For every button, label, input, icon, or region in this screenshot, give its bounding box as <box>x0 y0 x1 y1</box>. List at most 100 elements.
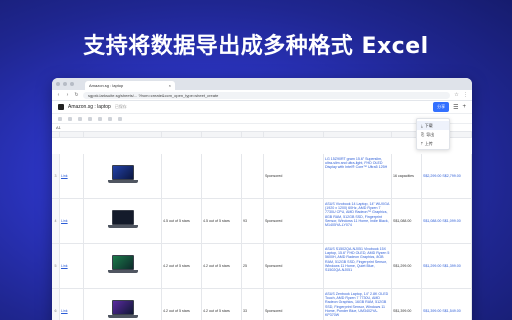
column-header[interactable] <box>162 132 202 137</box>
cell-reference: A1 <box>56 125 61 130</box>
column-header[interactable] <box>324 132 392 137</box>
rating-cell[interactable] <box>202 154 242 198</box>
browser-tab-title: Amazon.sg : laptop <box>89 83 124 88</box>
rating-cell[interactable]: 4.5 out of 5 stars <box>162 199 202 243</box>
title-cell[interactable]: ASUS Vivobook 14 Laptop, 14" WUXGA (1920… <box>324 199 392 243</box>
column-header[interactable] <box>202 132 242 137</box>
font-icon[interactable] <box>88 116 92 121</box>
link-cell[interactable]: Link <box>60 289 84 320</box>
sheet-toolbar <box>52 114 472 124</box>
menu-item-download[interactable]: ⤓ 下载 <box>417 121 449 130</box>
table-row: 4 Link 4.5 out of 5 stars 4.5 out of 5 s… <box>52 199 472 244</box>
menu-item-upload[interactable]: ⤒ 上传 <box>417 139 449 148</box>
doc-title[interactable]: Amazon.sg : laptop <box>68 104 111 110</box>
menu-item-export[interactable]: ⎘ 导出 <box>417 130 449 139</box>
column-header[interactable] <box>264 132 324 137</box>
price-cell[interactable]: S$1,088.00 <box>392 199 422 243</box>
menu-item-label: 下载 <box>424 122 433 128</box>
price-cell[interactable]: S$1,399.00 <box>392 289 422 320</box>
menu-icon[interactable]: ⋮ <box>463 92 468 98</box>
window-minimize-dot[interactable] <box>63 82 67 86</box>
window-close-dot[interactable] <box>56 82 60 86</box>
table-row: 6 Link 4.2 out of 5 stars 4.2 out of 5 s… <box>52 289 472 320</box>
table-row: 5 Link 4.2 out of 5 stars 4.2 out of 5 s… <box>52 244 472 289</box>
prices-cell[interactable]: S$2,299.00 S$2,799.00 <box>422 154 472 198</box>
app-header: Amazon.sg : laptop 已保存 分享 ☰ + <box>52 101 472 114</box>
review-count-cell[interactable]: 33 <box>242 289 264 320</box>
column-header[interactable] <box>60 132 84 137</box>
rating-cell[interactable]: 4.5 out of 5 stars <box>202 199 242 243</box>
download-icon: ⤓ <box>421 123 423 128</box>
browser-tabbar: Amazon.sg : laptop × <box>52 78 472 90</box>
sponsored-cell[interactable]: Sponsored <box>264 199 324 243</box>
share-button[interactable]: 分享 <box>433 102 450 112</box>
rating-cell[interactable]: 4.2 out of 5 stars <box>202 244 242 288</box>
column-header[interactable] <box>84 132 162 137</box>
browser-tab[interactable]: Amazon.sg : laptop × <box>85 81 175 90</box>
upload-icon: ⤒ <box>421 141 423 146</box>
column-header[interactable] <box>242 132 264 137</box>
rating-cell[interactable]: 4.2 out of 5 stars <box>162 289 202 320</box>
tab-close-icon[interactable]: × <box>169 83 171 88</box>
reload-icon[interactable]: ↻ <box>74 92 79 98</box>
save-status: 已保存 <box>114 104 127 109</box>
laptop-image <box>107 165 138 187</box>
filter-icon[interactable] <box>118 116 122 121</box>
sponsored-cell[interactable]: Sponsored <box>264 289 324 320</box>
title-cell[interactable]: ASUS Zenbook Laptop, 14" 2.8K OLED Touch… <box>324 289 392 320</box>
row-number[interactable]: 4 <box>52 199 60 243</box>
back-icon[interactable]: ‹ <box>56 92 61 98</box>
export-dropdown-menu: ⤓ 下载 ⎘ 导出 ⤒ 上传 <box>416 118 450 150</box>
row-number[interactable]: 5 <box>52 244 60 288</box>
prices-cell[interactable]: S$1,088.00 S$1,099.00 <box>422 199 472 243</box>
menu-item-label: 导出 <box>426 131 435 137</box>
prices-cell[interactable]: S$1,299.00 S$1,399.00 <box>422 244 472 288</box>
image-cell[interactable] <box>84 154 162 198</box>
sponsored-cell[interactable]: Sponsored <box>264 154 324 198</box>
link-cell[interactable]: Link <box>60 199 84 243</box>
laptop-image <box>107 210 138 232</box>
review-count-cell[interactable]: 93 <box>242 199 264 243</box>
link-cell[interactable]: Link <box>60 244 84 288</box>
review-count-cell[interactable] <box>242 154 264 198</box>
title-cell[interactable]: ASUS S1502QA-NJ051 Vivobook 15X Laptop, … <box>324 244 392 288</box>
window-maximize-dot[interactable] <box>70 82 74 86</box>
format-painter-icon[interactable] <box>78 116 82 121</box>
rating-cell[interactable] <box>162 154 202 198</box>
app-logo <box>58 104 64 110</box>
address-bar-row: ‹ › ↻ sgpxk.larksuite.sg/sheets/... ?fro… <box>52 90 472 101</box>
sponsored-cell[interactable]: Sponsored <box>264 244 324 288</box>
price-cell[interactable]: S$1,299.00 <box>392 244 422 288</box>
align-icon[interactable] <box>108 116 112 121</box>
url-input[interactable]: sgpxk.larksuite.sg/sheets/... ?from=crea… <box>83 91 450 99</box>
table-row: 3 Link Sponsored LG 15Z90RT gram 15.6" S… <box>52 154 472 199</box>
price-cell[interactable]: 16 capacities <box>392 154 422 198</box>
laptop-image <box>107 300 138 320</box>
forward-icon[interactable]: › <box>65 92 70 98</box>
column-header-row <box>52 132 472 138</box>
rating-cell[interactable]: 4.2 out of 5 stars <box>162 244 202 288</box>
more-icon[interactable]: ☰ <box>453 104 458 111</box>
undo-icon[interactable] <box>58 116 62 121</box>
rating-cell[interactable]: 4.2 out of 5 stars <box>202 289 242 320</box>
formula-bar[interactable]: A1 <box>52 124 472 132</box>
link-cell[interactable]: Link <box>60 154 84 198</box>
image-cell[interactable] <box>84 244 162 288</box>
row-number[interactable]: 3 <box>52 154 60 198</box>
browser-window: Amazon.sg : laptop × ‹ › ↻ sgpxk.larksui… <box>52 78 472 320</box>
row-number[interactable]: 6 <box>52 289 60 320</box>
bold-icon[interactable] <box>98 116 102 121</box>
sheet-table: 3 Link Sponsored LG 15Z90RT gram 15.6" S… <box>52 154 472 320</box>
image-cell[interactable] <box>84 199 162 243</box>
redo-icon[interactable] <box>68 116 72 121</box>
bookmark-icon[interactable]: ☆ <box>454 92 459 98</box>
title-cell[interactable]: LG 15Z90RT gram 15.6" Superslim, ultra-s… <box>324 154 392 198</box>
corner-cell[interactable] <box>52 132 60 137</box>
menu-item-label: 上传 <box>424 140 433 146</box>
prices-cell[interactable]: S$1,399.00 S$1,549.00 <box>422 289 472 320</box>
image-cell[interactable] <box>84 289 162 320</box>
laptop-image <box>107 255 138 277</box>
add-icon[interactable]: + <box>462 104 466 110</box>
review-count-cell[interactable]: 25 <box>242 244 264 288</box>
hero-title: 支持将数据导出成多种格式 Excel <box>83 34 429 59</box>
